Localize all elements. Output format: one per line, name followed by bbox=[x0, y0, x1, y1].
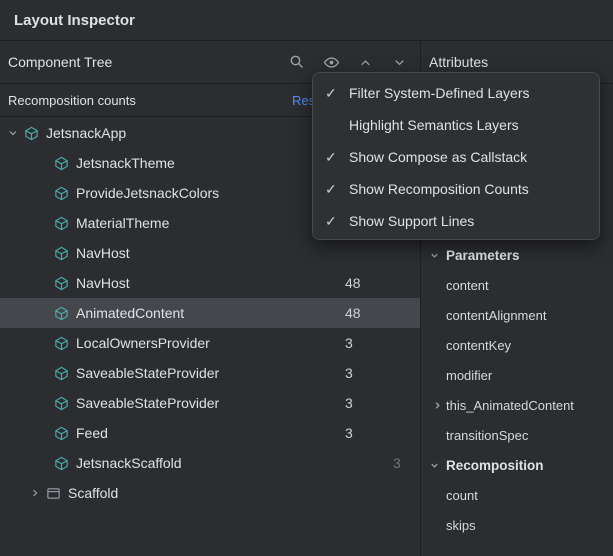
component-tree-title: Component Tree bbox=[8, 54, 112, 70]
attr-label: contentKey bbox=[446, 338, 511, 353]
chevron-down-icon[interactable] bbox=[427, 458, 441, 472]
compose-node-icon bbox=[52, 334, 70, 352]
attr-label: contentAlignment bbox=[446, 308, 546, 323]
tree-node-label: AnimatedContent bbox=[76, 305, 184, 321]
attr-row-transitionspec[interactable]: transitionSpec bbox=[421, 420, 613, 450]
tree-row-localownersprovider[interactable]: LocalOwnersProvider 3 bbox=[0, 328, 420, 358]
recomposition-counts-label: Recomposition counts bbox=[8, 93, 136, 108]
attr-row-modifier[interactable]: modifier bbox=[421, 360, 613, 390]
compose-node-icon bbox=[52, 454, 70, 472]
chevron-down-icon[interactable] bbox=[427, 248, 441, 262]
tree-node-label: JetsnackApp bbox=[46, 125, 126, 141]
tree-row-feed[interactable]: Feed 3 bbox=[0, 418, 420, 448]
compose-node-icon bbox=[52, 214, 70, 232]
attr-row-skips[interactable]: skips bbox=[421, 510, 613, 540]
menu-item-label: Highlight Semantics Layers bbox=[349, 117, 519, 133]
menu-item-filter-system-defined-layers[interactable]: ✓ Filter System-Defined Layers bbox=[313, 77, 599, 109]
attr-row-this-animatedcontent[interactable]: this_AnimatedContent bbox=[421, 390, 613, 420]
recomposition-count: 3 bbox=[345, 365, 353, 381]
checkmark-icon: ✓ bbox=[325, 213, 349, 230]
chevron-right-icon[interactable] bbox=[26, 484, 44, 502]
recomposition-section-header[interactable]: Recomposition bbox=[421, 450, 613, 480]
window-title-bar: Layout Inspector bbox=[0, 0, 613, 41]
tree-row-saveablestateprovider-2[interactable]: SaveableStateProvider 3 bbox=[0, 388, 420, 418]
menu-item-show-support-lines[interactable]: ✓ Show Support Lines bbox=[313, 205, 599, 237]
tree-row-animatedcontent[interactable]: AnimatedContent 48 bbox=[0, 298, 420, 328]
attr-row-contentkey[interactable]: contentKey bbox=[421, 330, 613, 360]
attr-row-contentalignment[interactable]: contentAlignment bbox=[421, 300, 613, 330]
tree-node-label: ProvideJetsnackColors bbox=[76, 185, 219, 201]
compose-node-icon bbox=[22, 124, 40, 142]
tree-node-label: SaveableStateProvider bbox=[76, 395, 219, 411]
tree-node-label: NavHost bbox=[76, 275, 130, 291]
compose-node-icon bbox=[52, 424, 70, 442]
menu-item-label: Filter System-Defined Layers bbox=[349, 85, 530, 101]
menu-item-show-compose-as-callstack[interactable]: ✓ Show Compose as Callstack bbox=[313, 141, 599, 173]
compose-node-icon bbox=[52, 274, 70, 292]
menu-item-label: Show Support Lines bbox=[349, 213, 474, 229]
scaffold-layout-icon bbox=[44, 484, 62, 502]
tree-row-navhost-1[interactable]: NavHost bbox=[0, 238, 420, 268]
section-title: Parameters bbox=[446, 248, 520, 263]
compose-node-icon bbox=[52, 394, 70, 412]
tree-node-label: SaveableStateProvider bbox=[76, 365, 219, 381]
recomposition-count: 3 bbox=[345, 395, 353, 411]
attributes-title: Attributes bbox=[429, 54, 488, 70]
menu-item-show-recomposition-counts[interactable]: ✓ Show Recomposition Counts bbox=[313, 173, 599, 205]
attr-label: skips bbox=[446, 518, 476, 533]
compose-node-icon bbox=[52, 244, 70, 262]
tree-node-label: Scaffold bbox=[68, 485, 118, 501]
tree-node-label: Feed bbox=[76, 425, 108, 441]
tree-row-scaffold[interactable]: Scaffold bbox=[0, 478, 420, 508]
attr-row-content[interactable]: content bbox=[421, 270, 613, 300]
menu-item-label: Show Recomposition Counts bbox=[349, 181, 529, 197]
chevron-right-icon[interactable] bbox=[430, 398, 444, 412]
checkmark-icon: ✓ bbox=[325, 181, 349, 198]
tree-node-label: MaterialTheme bbox=[76, 215, 169, 231]
parameters-section-header[interactable]: Parameters bbox=[421, 240, 613, 270]
tree-node-label: LocalOwnersProvider bbox=[76, 335, 210, 351]
attr-label: this_AnimatedContent bbox=[446, 398, 574, 413]
compose-node-icon bbox=[52, 304, 70, 322]
compose-node-icon bbox=[52, 364, 70, 382]
tree-node-label: NavHost bbox=[76, 245, 130, 261]
view-options-menu: ✓ Filter System-Defined Layers Highlight… bbox=[312, 72, 600, 240]
tree-row-saveablestateprovider-1[interactable]: SaveableStateProvider 3 bbox=[0, 358, 420, 388]
attr-label: count bbox=[446, 488, 478, 503]
attr-label: content bbox=[446, 278, 489, 293]
page-title: Layout Inspector bbox=[14, 12, 135, 29]
recomposition-skips-count: 3 bbox=[393, 455, 401, 471]
attr-label: transitionSpec bbox=[446, 428, 528, 443]
chevron-down-icon[interactable] bbox=[4, 124, 22, 142]
menu-item-highlight-semantics-layers[interactable]: Highlight Semantics Layers bbox=[313, 109, 599, 141]
tree-row-jetsnackscaffold[interactable]: JetsnackScaffold 3 bbox=[0, 448, 420, 478]
recomposition-count: 48 bbox=[345, 275, 361, 291]
checkmark-icon: ✓ bbox=[325, 85, 349, 102]
attr-row-count[interactable]: count bbox=[421, 480, 613, 510]
section-title: Recomposition bbox=[446, 458, 544, 473]
attr-label: modifier bbox=[446, 368, 492, 383]
recomposition-count: 3 bbox=[345, 335, 353, 351]
compose-node-icon bbox=[52, 184, 70, 202]
checkmark-icon: ✓ bbox=[325, 149, 349, 166]
search-icon[interactable] bbox=[284, 49, 310, 75]
tree-row-navhost-2[interactable]: NavHost 48 bbox=[0, 268, 420, 298]
attributes-body: Parameters content contentAlignment cont… bbox=[421, 240, 613, 540]
compose-node-icon bbox=[52, 154, 70, 172]
recomposition-count: 48 bbox=[345, 305, 361, 321]
menu-item-label: Show Compose as Callstack bbox=[349, 149, 527, 165]
recomposition-count: 3 bbox=[345, 425, 353, 441]
tree-node-label: JetsnackTheme bbox=[76, 155, 175, 171]
tree-node-label: JetsnackScaffold bbox=[76, 455, 182, 471]
